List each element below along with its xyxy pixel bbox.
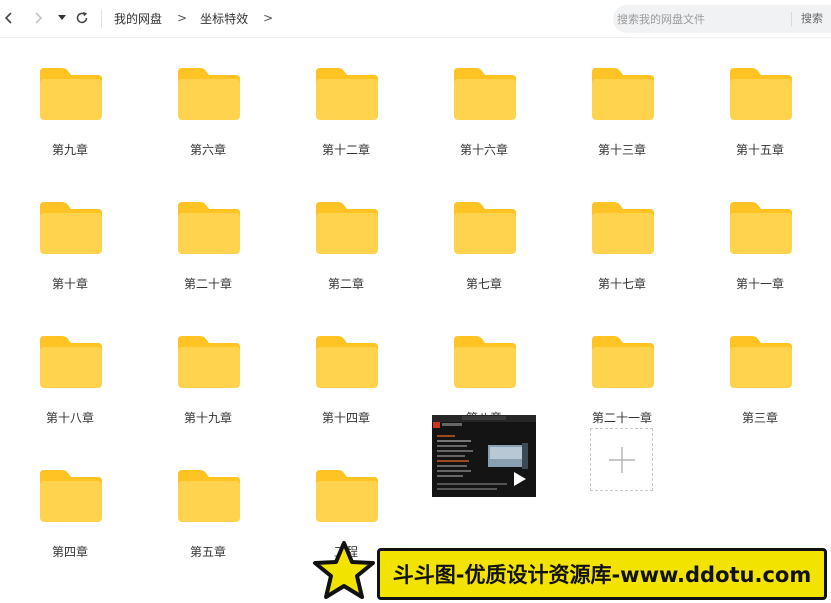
folder-icon — [454, 336, 516, 388]
folder-icon — [178, 68, 240, 120]
folder-name: 第九章 — [51, 143, 88, 157]
folder-icon — [454, 68, 516, 120]
breadcrumb-item-current-folder[interactable]: 坐标特效 — [200, 10, 248, 27]
folder-item[interactable]: 第二十章 — [148, 172, 268, 296]
star-logo-icon — [313, 541, 375, 599]
forward-button[interactable] — [29, 9, 47, 27]
folder-icon — [316, 202, 378, 254]
folder-icon — [454, 202, 516, 254]
plus-icon — [609, 447, 635, 473]
folder-item[interactable]: 第十章 — [10, 172, 130, 296]
folder-icon — [316, 68, 378, 120]
breadcrumb-item-my-drive[interactable]: 我的网盘 — [114, 10, 162, 27]
refresh-icon — [76, 11, 88, 24]
breadcrumb-separator: > — [263, 11, 274, 25]
folder-item[interactable]: 第十二章 — [286, 38, 406, 162]
folder-name: 第二十一章 — [591, 411, 652, 425]
folder-icon — [178, 202, 240, 254]
folder-item[interactable]: 第十五章 — [700, 38, 820, 162]
folder-name: 第十五章 — [735, 143, 784, 157]
folder-icon — [178, 336, 240, 388]
search-input[interactable] — [613, 5, 789, 33]
folder-name: 第二章 — [327, 277, 364, 291]
folder-name: 第十九章 — [183, 411, 232, 425]
watermark-banner: 斗斗图-优质设计资源库-www.ddotu.com — [377, 548, 827, 600]
folder-name: 第二十章 — [183, 277, 232, 291]
folder-item[interactable]: 第四章 — [10, 440, 130, 564]
folder-item[interactable]: 第二十一章 — [562, 306, 682, 430]
folder-item[interactable]: 第十六章 — [424, 38, 544, 162]
folder-item[interactable]: 第二章 — [286, 172, 406, 296]
folder-item[interactable]: 第十七章 — [562, 172, 682, 296]
video-thumbnail[interactable] — [432, 415, 536, 497]
folder-item[interactable]: 第五章 — [148, 440, 268, 564]
folder-icon — [40, 202, 102, 254]
folder-name: 第十四章 — [321, 411, 370, 425]
folder-name: 第十六章 — [459, 143, 508, 157]
folder-icon — [40, 68, 102, 120]
folder-icon — [178, 470, 240, 522]
search-button[interactable]: 搜索 — [801, 5, 823, 33]
folder-item[interactable]: 第十八章 — [10, 306, 130, 430]
folder-name: 第六章 — [189, 143, 226, 157]
folder-item[interactable]: 第三章 — [700, 306, 820, 430]
folder-name: 第十二章 — [321, 143, 370, 157]
toolbar-divider — [101, 9, 102, 28]
breadcrumb-separator: > — [177, 11, 188, 25]
folder-name: 第五章 — [189, 545, 226, 559]
folder-name: 第十八章 — [45, 411, 94, 425]
folder-item[interactable]: 第七章 — [424, 172, 544, 296]
folder-icon — [730, 336, 792, 388]
add-file-button[interactable] — [590, 428, 653, 491]
back-button[interactable] — [0, 9, 18, 27]
folder-icon — [316, 336, 378, 388]
folder-item[interactable]: 第六章 — [148, 38, 268, 162]
folder-name: 第四章 — [51, 545, 88, 559]
toolbar: 我的网盘 > 坐标特效 > 搜索 — [0, 0, 831, 38]
chevron-left-icon — [4, 12, 12, 24]
folder-item[interactable]: 第十一章 — [700, 172, 820, 296]
folder-item[interactable]: 第十九章 — [148, 306, 268, 430]
folder-icon — [592, 336, 654, 388]
chevron-right-icon — [35, 12, 43, 24]
folder-name: 第七章 — [465, 277, 502, 291]
folder-icon — [730, 202, 792, 254]
breadcrumb: 我的网盘 > 坐标特效 > — [114, 0, 286, 36]
play-icon — [514, 472, 526, 486]
folder-item[interactable]: 第十四章 — [286, 306, 406, 430]
caret-down-icon — [58, 15, 66, 20]
search-box: 搜索 — [613, 5, 831, 33]
folder-icon — [316, 470, 378, 522]
folder-name: 第三章 — [741, 411, 778, 425]
folder-item[interactable]: 第九章 — [10, 38, 130, 162]
search-divider — [791, 12, 792, 26]
folder-name: 第十三章 — [597, 143, 646, 157]
folder-name: 第十章 — [51, 277, 88, 291]
folder-icon — [592, 68, 654, 120]
folder-icon — [730, 68, 792, 120]
folder-icon — [40, 470, 102, 522]
file-grid: 第九章 第六章 第十二章 第十六章 第十三章 第十五章 第十章 第二十章 第二章 第七章 第十七章第… — [0, 38, 831, 603]
folder-name: 第十七章 — [597, 277, 646, 291]
refresh-button[interactable] — [73, 9, 91, 27]
folder-icon — [592, 202, 654, 254]
folder-icon — [40, 336, 102, 388]
folder-item[interactable]: 第十三章 — [562, 38, 682, 162]
history-dropdown-button[interactable] — [53, 9, 71, 27]
folder-name: 第十一章 — [735, 277, 784, 291]
folder-item[interactable]: 第八章 — [424, 306, 544, 430]
